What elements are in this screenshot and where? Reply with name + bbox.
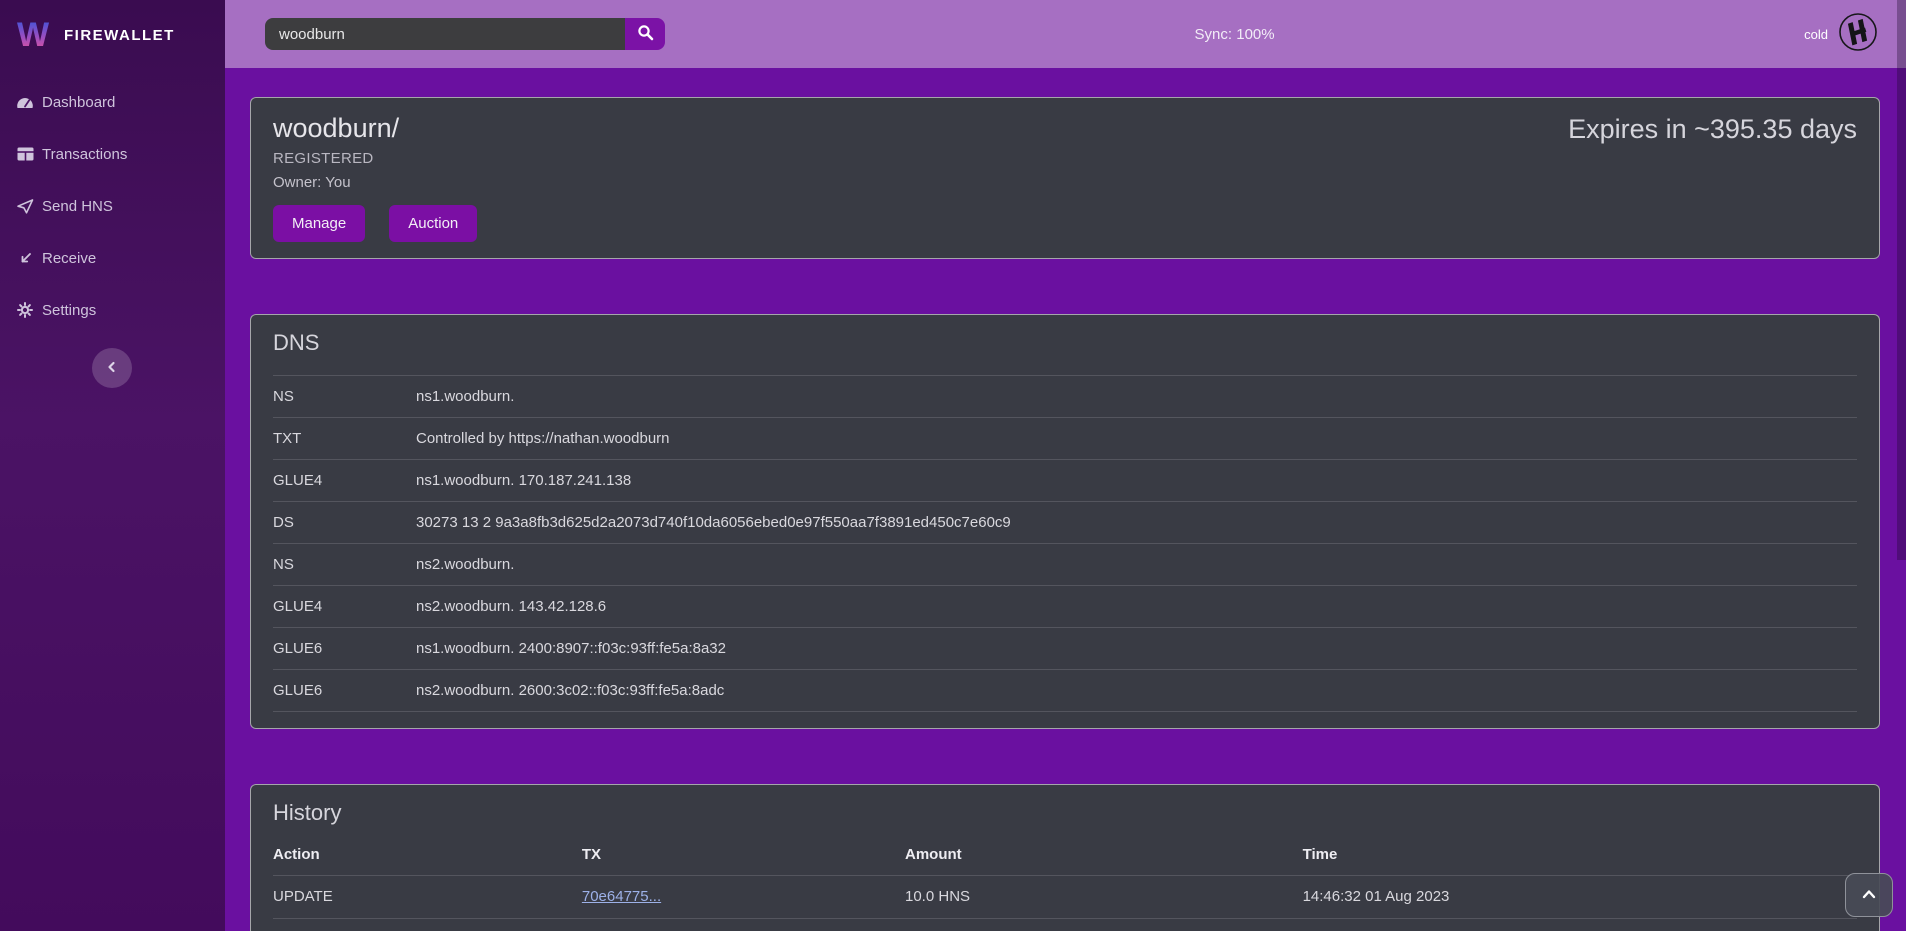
history-column-header: TX [582, 835, 905, 875]
dns-record-value: ns2.woodburn. 143.42.128.6 [416, 586, 1857, 628]
dns-record-type: GLUE6 [273, 670, 416, 712]
domain-expiry: Expires in ~395.35 days [1568, 114, 1857, 145]
sidebar-nav-item[interactable]: Settings [0, 284, 225, 336]
nav-item-label: Transactions [42, 146, 127, 163]
dns-record-value: ns2.woodburn. [416, 544, 1857, 586]
receive-icon [16, 250, 34, 266]
nav-item-label: Dashboard [42, 94, 115, 111]
send-icon [16, 198, 34, 214]
top-bar: Sync: 100% cold [225, 0, 1906, 68]
brand-logo-row[interactable]: W FIREWALLET [0, 0, 225, 58]
history-column-header: Time [1303, 835, 1857, 875]
handshake-logo-icon[interactable] [1838, 12, 1878, 57]
sidebar-nav-item[interactable]: Dashboard [0, 76, 225, 128]
dns-record-type: GLUE4 [273, 460, 416, 502]
search-input[interactable] [265, 18, 625, 50]
domain-card: woodburn/ REGISTERED Owner: You Manage A… [250, 97, 1880, 259]
domain-owner: Owner: You [273, 174, 1857, 191]
domain-actions-row: Manage Auction [273, 205, 1857, 242]
search-button[interactable] [625, 18, 665, 50]
sync-status: Sync: 100% [1195, 26, 1275, 43]
dns-record-type: GLUE4 [273, 586, 416, 628]
dns-record-row: DS 30273 13 2 9a3a8fb3d625d2a2073d740f10… [273, 502, 1857, 544]
chevron-left-icon [104, 359, 120, 378]
dns-record-value: ns2.woodburn. 2600:3c02::f03c:93ff:fe5a:… [416, 670, 1857, 712]
dns-card: DNS NS ns1.woodburn. TXT Controlled by h… [250, 314, 1880, 729]
manage-button[interactable]: Manage [273, 205, 365, 242]
main-content: woodburn/ REGISTERED Owner: You Manage A… [225, 68, 1906, 931]
dns-record-value: 30273 13 2 9a3a8fb3d625d2a2073d740f10da6… [416, 502, 1857, 544]
dns-record-row: GLUE4 ns2.woodburn. 143.42.128.6 [273, 586, 1857, 628]
dns-record-type: NS [273, 376, 416, 418]
sidebar-nav-item[interactable]: Transactions [0, 128, 225, 180]
dns-record-type: NS [273, 544, 416, 586]
dns-record-row: NS ns1.woodburn. [273, 376, 1857, 418]
sidebar: W FIREWALLET Dashboard Transactions Send… [0, 0, 225, 931]
history-amount: 10.0 HNS [905, 875, 1303, 918]
history-card: History ActionTXAmountTime UPDATE 70e647… [250, 784, 1880, 931]
history-column-header: Amount [905, 835, 1303, 875]
gauge-icon [16, 94, 34, 110]
wallet-name: cold [1804, 27, 1828, 42]
sidebar-nav-item[interactable]: Send HNS [0, 180, 225, 232]
sidebar-nav-item[interactable]: Receive [0, 232, 225, 284]
domain-status: REGISTERED [273, 150, 1857, 167]
dns-record-type: DS [273, 502, 416, 544]
dns-record-value: ns1.woodburn. 170.187.241.138 [416, 460, 1857, 502]
wallet-group[interactable]: cold [1804, 12, 1878, 57]
svg-text:W: W [17, 16, 50, 52]
dns-record-value: ns1.woodburn. [416, 376, 1857, 418]
dns-record-row: GLUE6 ns1.woodburn. 2400:8907::f03c:93ff… [273, 628, 1857, 670]
scroll-to-top-button[interactable] [1845, 873, 1893, 917]
sidebar-collapse-button[interactable] [92, 348, 132, 388]
history-action: UPDATE [273, 875, 582, 918]
history-column-header: Action [273, 835, 582, 875]
dns-records-table: NS ns1.woodburn. TXT Controlled by https… [273, 375, 1857, 712]
nav-item-label: Receive [42, 250, 96, 267]
tx-hash-link[interactable]: 70e64775... [582, 888, 661, 905]
table-icon [16, 146, 34, 162]
chevron-up-icon [1860, 887, 1878, 904]
history-table: ActionTXAmountTime UPDATE 70e64775... 10… [273, 835, 1857, 931]
history-row: RENEW d73c3c1... 10.0 HNS 15:47:06 07 Ju… [273, 918, 1857, 931]
scrollbar-thumb[interactable] [1897, 0, 1906, 560]
search-icon [637, 24, 654, 44]
sidebar-nav: Dashboard Transactions Send HNS Receive … [0, 76, 225, 336]
history-action: RENEW [273, 918, 582, 931]
search-group [265, 18, 665, 50]
gear-icon [16, 302, 34, 318]
nav-item-label: Send HNS [42, 198, 113, 215]
history-header-row: ActionTXAmountTime [273, 835, 1857, 875]
dns-record-row: GLUE4 ns1.woodburn. 170.187.241.138 [273, 460, 1857, 502]
history-amount: 10.0 HNS [905, 918, 1303, 931]
auction-button[interactable]: Auction [389, 205, 477, 242]
dns-record-row: GLUE6 ns2.woodburn. 2600:3c02::f03c:93ff… [273, 670, 1857, 712]
history-row: UPDATE 70e64775... 10.0 HNS 14:46:32 01 … [273, 875, 1857, 918]
firewallet-app: { "app": { "brand": "FIREWALLET" }, "sid… [0, 0, 1906, 931]
nav-item-label: Settings [42, 302, 96, 319]
dns-record-type: GLUE6 [273, 628, 416, 670]
dns-record-type: TXT [273, 418, 416, 460]
firewallet-logo-icon: W [16, 14, 54, 57]
history-time: 14:46:32 01 Aug 2023 [1303, 875, 1857, 918]
brand-name: FIREWALLET [64, 27, 175, 44]
history-section-title: History [273, 799, 1857, 827]
dns-section-title: DNS [273, 329, 1857, 357]
history-time: 15:47:06 07 Jul 2023 [1303, 918, 1857, 931]
dns-record-row: TXT Controlled by https://nathan.woodbur… [273, 418, 1857, 460]
dns-record-value: Controlled by https://nathan.woodburn [416, 418, 1857, 460]
dns-record-value: ns1.woodburn. 2400:8907::f03c:93ff:fe5a:… [416, 628, 1857, 670]
dns-record-row: NS ns2.woodburn. [273, 544, 1857, 586]
